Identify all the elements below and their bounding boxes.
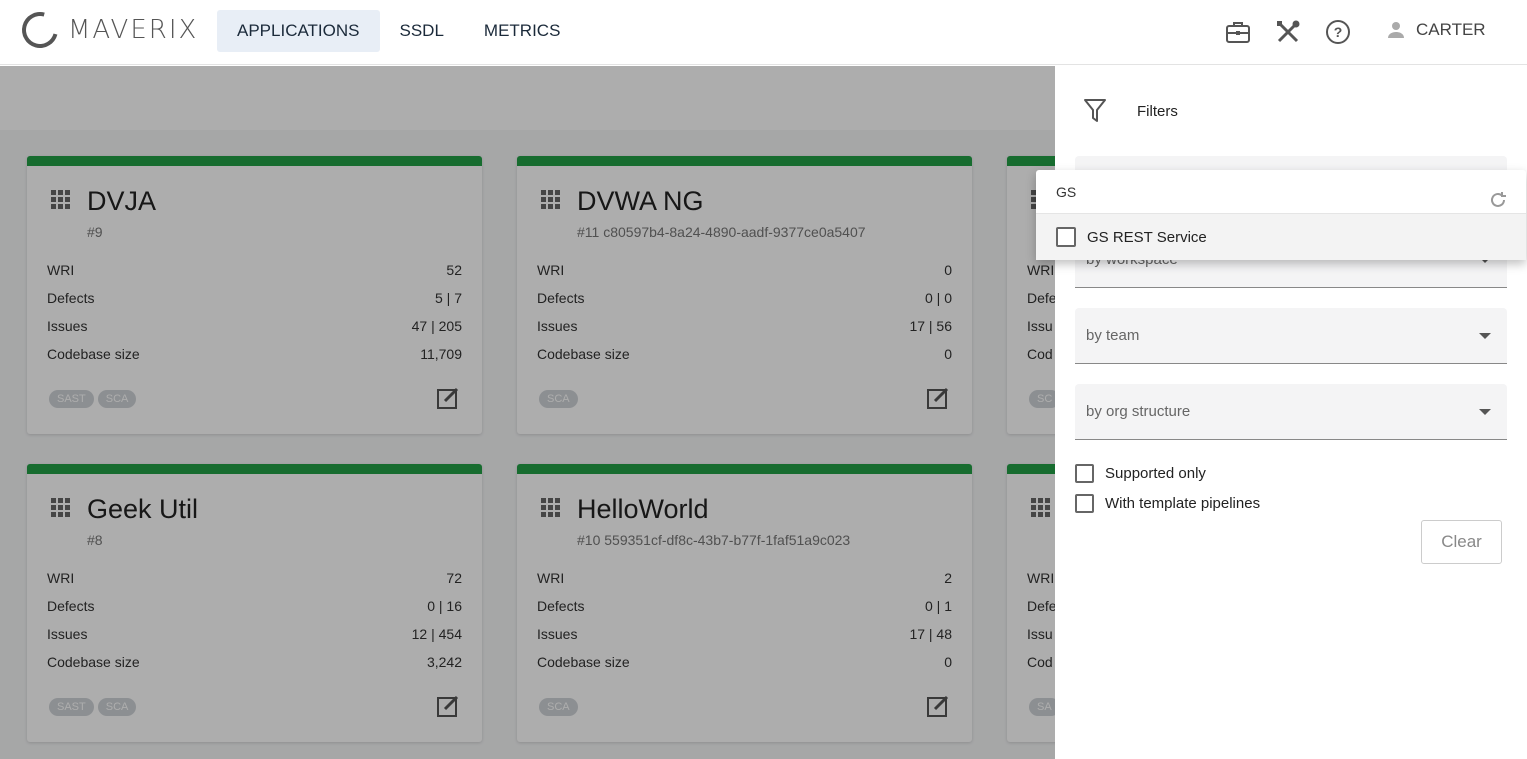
tools-icon[interactable] bbox=[1270, 14, 1306, 50]
logo[interactable]: MAVERIX bbox=[15, 5, 199, 55]
team-select[interactable]: by team bbox=[1075, 308, 1507, 364]
filter-icon bbox=[1084, 99, 1106, 122]
option-label: GS REST Service bbox=[1087, 228, 1207, 246]
dropdown-option[interactable]: GS REST Service bbox=[1036, 214, 1526, 260]
template-pipelines-checkbox[interactable]: With template pipelines bbox=[1075, 494, 1260, 513]
dropdown-search-input[interactable] bbox=[1056, 182, 1456, 202]
user-name: CARTER bbox=[1416, 20, 1486, 39]
toolbar-icons: ? bbox=[1220, 14, 1370, 50]
user-icon bbox=[1388, 22, 1404, 38]
checkbox-label: With template pipelines bbox=[1105, 495, 1261, 512]
checkbox-box[interactable] bbox=[1075, 464, 1094, 483]
org-structure-select[interactable]: by org structure bbox=[1075, 384, 1507, 440]
checkbox-box[interactable] bbox=[1075, 494, 1094, 513]
logo-ring-icon bbox=[15, 5, 65, 55]
dropdown-search bbox=[1036, 170, 1526, 214]
briefcase-icon[interactable] bbox=[1220, 14, 1256, 50]
filters-title: Filters bbox=[1137, 102, 1178, 120]
main-nav: APPLICATIONS SSDL METRICS bbox=[217, 10, 580, 52]
filters-header: Filters bbox=[1083, 98, 1178, 124]
user-menu[interactable]: CARTER bbox=[1386, 20, 1486, 40]
svg-text:?: ? bbox=[1334, 24, 1343, 40]
checkbox-label: Supported only bbox=[1105, 465, 1206, 482]
supported-only-checkbox[interactable]: Supported only bbox=[1075, 464, 1206, 483]
reset-icon[interactable] bbox=[1488, 190, 1508, 215]
workspace-dropdown: GS REST Service bbox=[1036, 170, 1526, 260]
top-bar: MAVERIX APPLICATIONS SSDL METRICS ? CART… bbox=[0, 0, 1527, 65]
org-structure-select-label: by org structure bbox=[1086, 403, 1191, 420]
chevron-down-icon bbox=[1479, 333, 1491, 339]
clear-button[interactable]: Clear bbox=[1421, 520, 1502, 564]
nav-ssdl[interactable]: SSDL bbox=[380, 10, 464, 52]
team-select-label: by team bbox=[1086, 327, 1140, 344]
nav-metrics[interactable]: METRICS bbox=[464, 10, 581, 52]
help-icon[interactable]: ? bbox=[1320, 14, 1356, 50]
option-checkbox[interactable] bbox=[1056, 227, 1076, 247]
logo-text: MAVERIX bbox=[68, 15, 199, 45]
nav-applications[interactable]: APPLICATIONS bbox=[217, 10, 380, 52]
chevron-down-icon bbox=[1479, 409, 1491, 415]
